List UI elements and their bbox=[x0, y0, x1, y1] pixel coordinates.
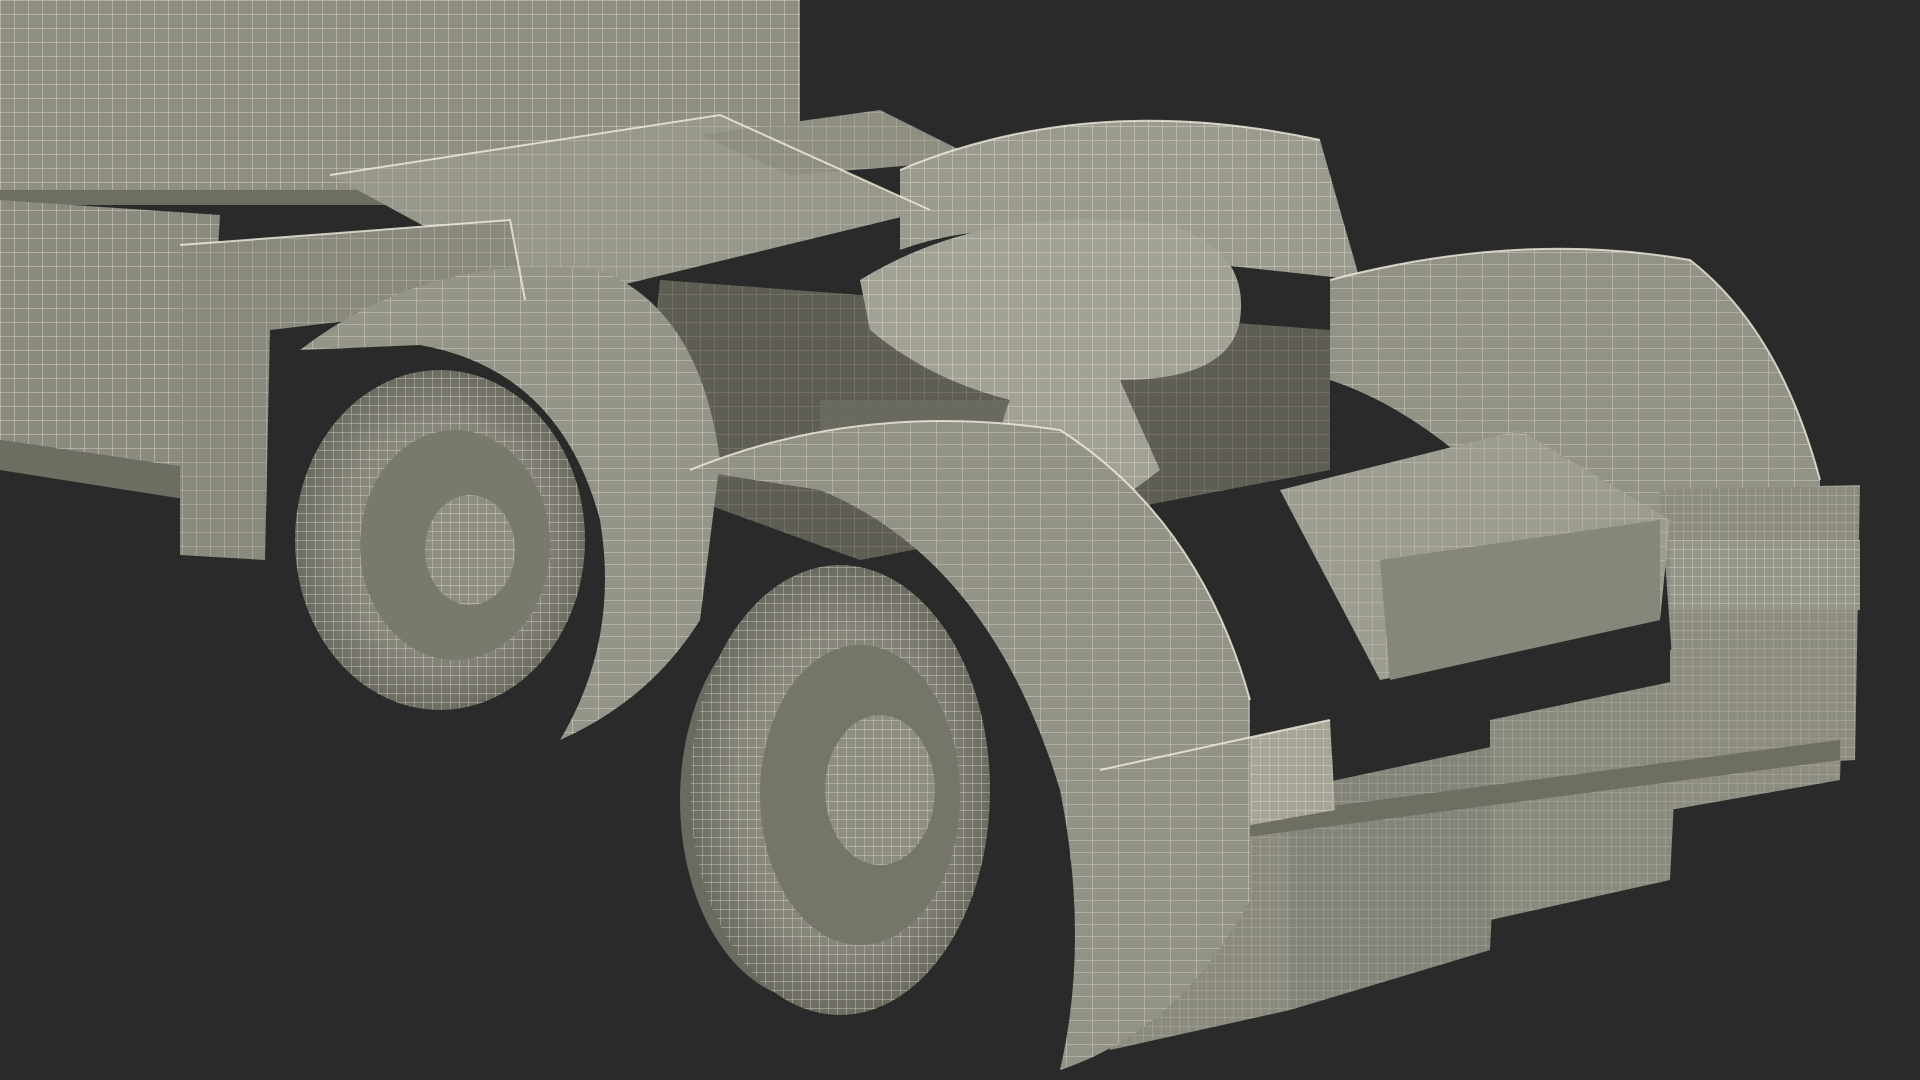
truck-wireframe-render bbox=[0, 0, 1920, 1080]
tire-left-front bbox=[295, 370, 585, 710]
